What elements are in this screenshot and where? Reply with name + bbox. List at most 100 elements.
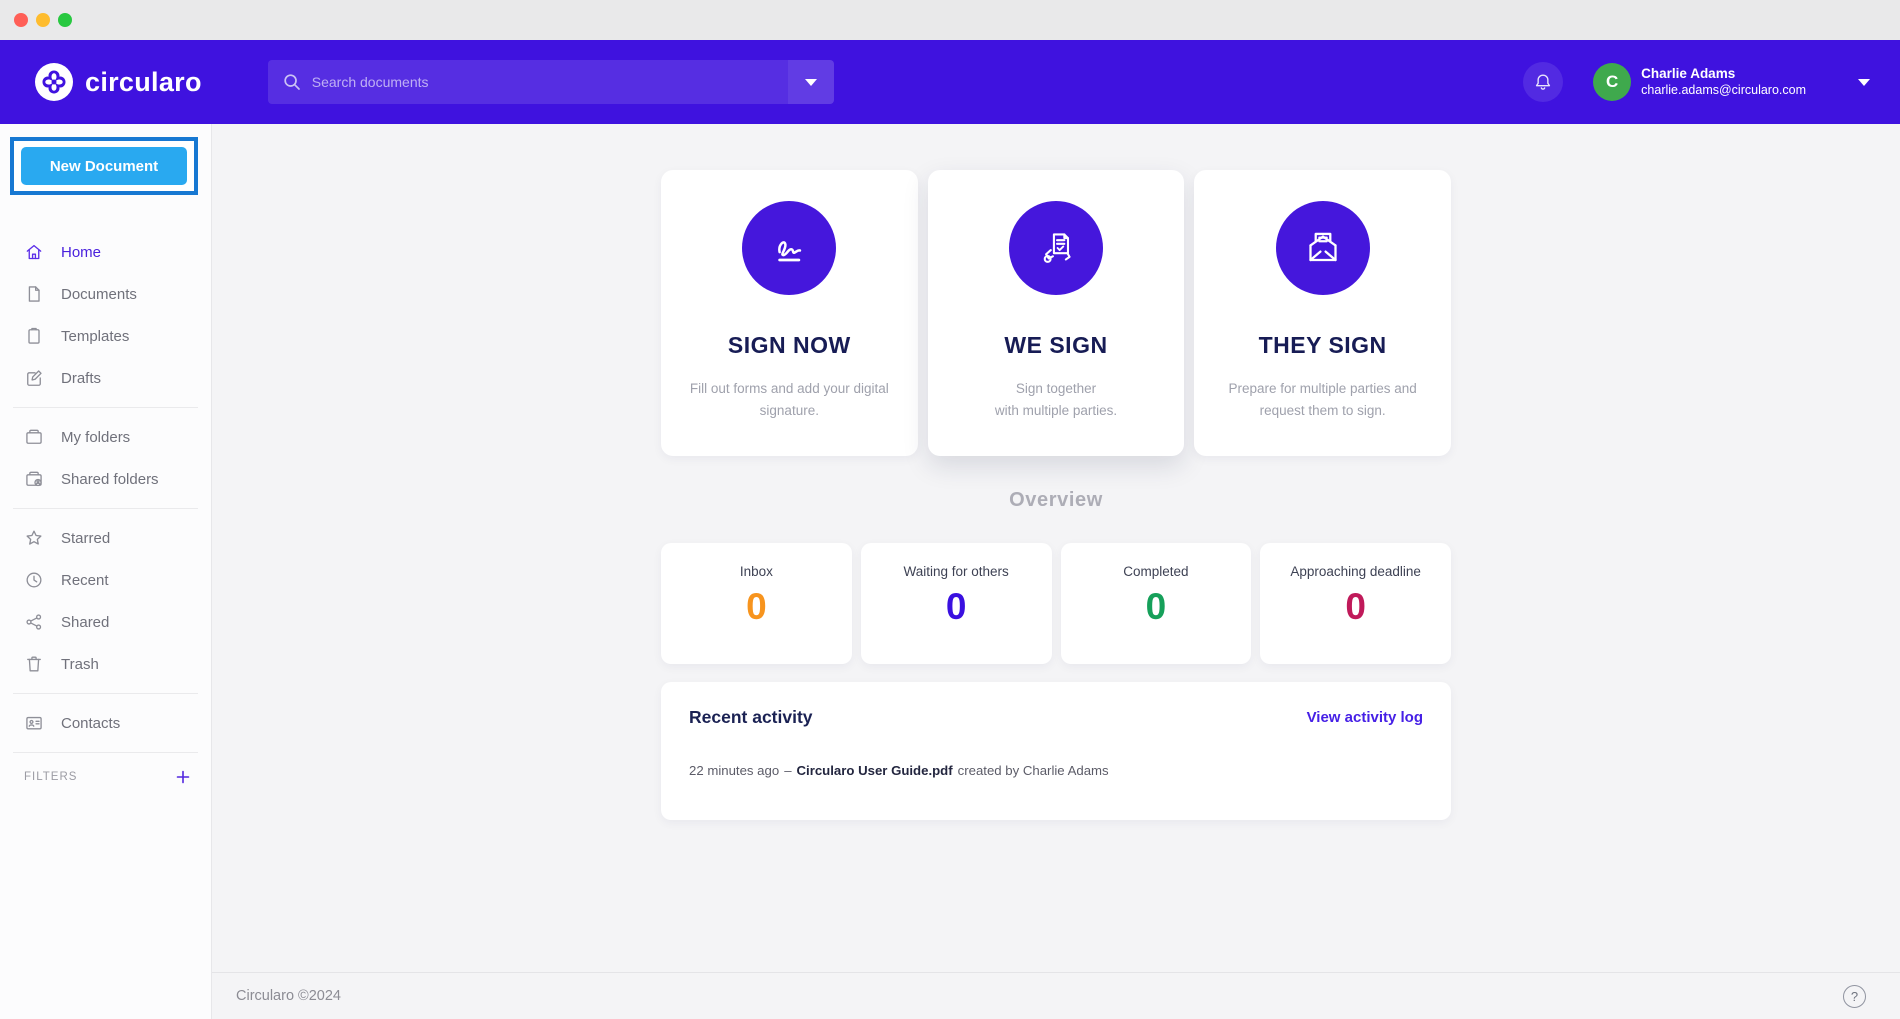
activity-detail: created by Charlie Adams xyxy=(958,763,1109,778)
activity-time: 22 minutes ago xyxy=(689,763,779,778)
overview-stats: Inbox 0 Waiting for others 0 Completed 0… xyxy=(661,543,1451,664)
app-header: circularo C Charlie Adams charlie.adams@… xyxy=(0,40,1900,124)
bell-icon xyxy=(1532,71,1554,93)
sidebar-item-my-folders[interactable]: My folders xyxy=(0,416,211,458)
shared-folder-icon xyxy=(24,469,44,489)
stat-value: 0 xyxy=(661,586,852,628)
filters-label: FILTERS xyxy=(24,771,77,783)
sidebar-divider xyxy=(13,693,198,694)
help-icon[interactable]: ? xyxy=(1843,985,1866,1008)
we-sign-card[interactable]: WE SIGN Sign together with multiple part… xyxy=(928,170,1185,456)
signature-icon xyxy=(764,223,814,273)
search-filter-dropdown[interactable] xyxy=(788,60,834,104)
card-description: Prepare for multiple parties and request… xyxy=(1194,378,1451,422)
sidebar-item-label: Home xyxy=(61,244,101,261)
clock-icon xyxy=(24,570,44,590)
share-icon xyxy=(24,612,44,632)
sidebar-item-label: Recent xyxy=(61,572,109,589)
envelope-icon xyxy=(1298,223,1348,273)
user-menu-caret-icon xyxy=(1858,79,1870,86)
main-content: SIGN NOW Fill out forms and add your dig… xyxy=(212,124,1900,1019)
copyright-text: Circularo ©2024 xyxy=(236,988,341,1004)
we-sign-icon-circle xyxy=(1009,201,1103,295)
minimize-window-icon[interactable] xyxy=(36,13,50,27)
sidebar-item-shared-folders[interactable]: Shared folders xyxy=(0,458,211,500)
sidebar-divider xyxy=(13,407,198,408)
card-title: SIGN NOW xyxy=(661,332,918,359)
user-email: charlie.adams@circularo.com xyxy=(1641,83,1806,99)
sidebar-item-drafts[interactable]: Drafts xyxy=(0,357,211,399)
stat-value: 0 xyxy=(1061,586,1252,628)
template-icon xyxy=(24,326,44,346)
stat-card-waiting-for-others[interactable]: Waiting for others 0 xyxy=(861,543,1052,664)
activity-item: 22 minutes ago – Circularo User Guide.pd… xyxy=(689,763,1423,778)
sidebar-item-label: Shared folders xyxy=(61,471,159,488)
maximize-window-icon[interactable] xyxy=(58,13,72,27)
stat-value: 0 xyxy=(861,586,1052,628)
folder-icon xyxy=(24,427,44,447)
chevron-down-icon xyxy=(805,79,817,86)
sidebar-item-label: Shared xyxy=(61,614,109,631)
sidebar-divider xyxy=(13,508,198,509)
plus-icon xyxy=(175,769,191,785)
action-cards: SIGN NOW Fill out forms and add your dig… xyxy=(661,170,1451,456)
sidebar-item-recent[interactable]: Recent xyxy=(0,559,211,601)
search-bar xyxy=(268,60,834,104)
stat-label: Waiting for others xyxy=(861,564,1052,579)
avatar: C xyxy=(1593,63,1631,101)
card-title: WE SIGN xyxy=(928,332,1185,359)
card-description: Fill out forms and add your digital sign… xyxy=(661,378,918,422)
brand-name: circularo xyxy=(85,67,202,98)
header-actions: C Charlie Adams charlie.adams@circularo.… xyxy=(1523,62,1870,102)
add-filter-button[interactable] xyxy=(175,769,191,785)
home-icon xyxy=(24,242,44,262)
they-sign-icon-circle xyxy=(1276,201,1370,295)
sidebar-item-templates[interactable]: Templates xyxy=(0,315,211,357)
notifications-button[interactable] xyxy=(1523,62,1563,102)
stat-label: Inbox xyxy=(661,564,852,579)
footer: Circularo ©2024 ? xyxy=(212,972,1900,1019)
draft-icon xyxy=(24,368,44,388)
new-document-button[interactable]: New Document xyxy=(21,147,187,185)
card-description: Sign together with multiple parties. xyxy=(928,378,1185,422)
activity-file-link[interactable]: Circularo User Guide.pdf xyxy=(797,763,953,778)
contacts-icon xyxy=(24,713,44,733)
activity-separator: – xyxy=(784,763,791,778)
document-icon xyxy=(24,284,44,304)
sidebar-divider xyxy=(13,752,198,753)
sidebar-item-starred[interactable]: Starred xyxy=(0,517,211,559)
user-menu[interactable]: C Charlie Adams charlie.adams@circularo.… xyxy=(1593,63,1870,101)
window-title-bar xyxy=(0,0,1900,40)
overview-heading: Overview xyxy=(661,489,1451,512)
filters-section: FILTERS xyxy=(0,769,211,785)
card-title: THEY SIGN xyxy=(1194,332,1451,359)
sidebar-item-trash[interactable]: Trash xyxy=(0,643,211,685)
hand-sign-icon xyxy=(1031,223,1081,273)
sidebar-item-documents[interactable]: Documents xyxy=(0,273,211,315)
sidebar-item-label: Drafts xyxy=(61,370,101,387)
sidebar-item-label: Contacts xyxy=(61,715,120,732)
stat-card-inbox[interactable]: Inbox 0 xyxy=(661,543,852,664)
circularo-logo[interactable]: circularo xyxy=(34,62,202,102)
stat-label: Completed xyxy=(1061,564,1252,579)
search-input[interactable] xyxy=(268,60,834,104)
sidebar-item-contacts[interactable]: Contacts xyxy=(0,702,211,744)
circularo-logo-icon xyxy=(34,62,74,102)
search-icon xyxy=(282,72,302,92)
sidebar-item-home[interactable]: Home xyxy=(0,231,211,273)
sidebar-item-label: Documents xyxy=(61,286,137,303)
sign-now-card[interactable]: SIGN NOW Fill out forms and add your dig… xyxy=(661,170,918,456)
close-window-icon[interactable] xyxy=(14,13,28,27)
trash-icon xyxy=(24,654,44,674)
star-icon xyxy=(24,528,44,548)
stat-value: 0 xyxy=(1260,586,1451,628)
they-sign-card[interactable]: THEY SIGN Prepare for multiple parties a… xyxy=(1194,170,1451,456)
stat-card-completed[interactable]: Completed 0 xyxy=(1061,543,1252,664)
sidebar-item-label: My folders xyxy=(61,429,130,446)
sidebar-item-shared[interactable]: Shared xyxy=(0,601,211,643)
recent-activity-title: Recent activity xyxy=(689,707,813,728)
stat-card-approaching-deadline[interactable]: Approaching deadline 0 xyxy=(1260,543,1451,664)
sidebar: New Document Home Documents Templates xyxy=(0,124,212,1019)
view-activity-log-link[interactable]: View activity log xyxy=(1307,709,1423,726)
sidebar-nav: Home Documents Templates Drafts xyxy=(0,231,211,399)
